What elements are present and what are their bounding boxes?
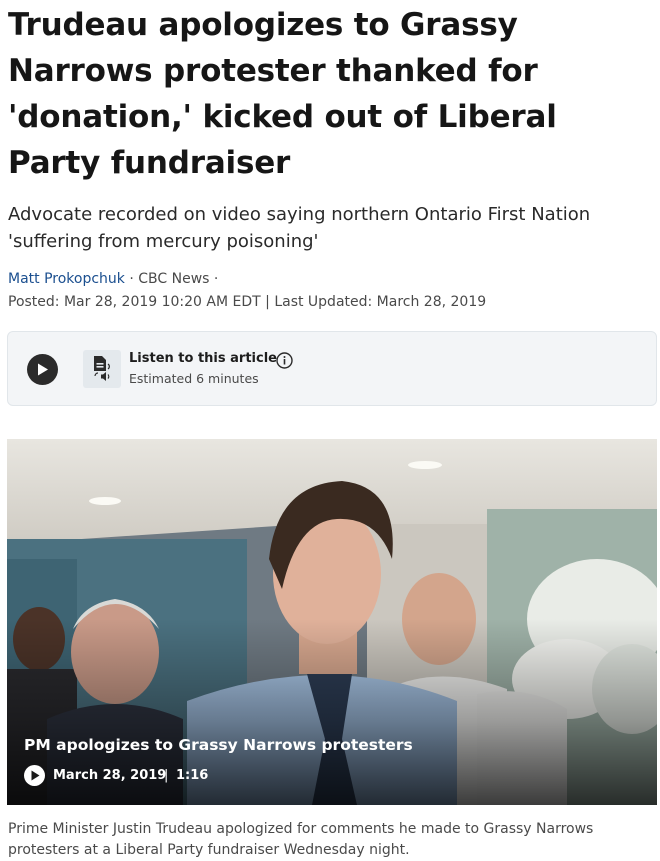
byline-separator: · [124,271,139,287]
info-icon[interactable] [276,352,293,369]
audio-duration: Estimated 6 minutes [129,371,259,386]
video-player[interactable]: PM apologizes to Grassy Narrows proteste… [7,439,657,805]
video-duration: 1:16 [176,768,209,783]
video-play-button[interactable] [24,765,45,786]
byline-separator-trailing: · [209,271,219,287]
play-icon [31,770,40,781]
audio-player-title: Listen to this article [129,351,277,366]
audio-play-button[interactable] [27,354,58,385]
article-deck: Advocate recorded on video saying northe… [8,204,591,252]
play-icon [38,363,48,376]
article-timestamp: Posted: Mar 28, 2019 10:20 AM EDT | Last… [8,294,487,310]
video-title: PM apologizes to Grassy Narrows proteste… [24,736,413,754]
video-meta-separator: | [164,768,169,783]
source-name: CBC News [138,271,210,287]
article-headline: Trudeau apologizes to Grassy Narrows pro… [8,7,557,181]
audio-player: Listen to this article Estimated 6 minut… [7,331,657,406]
author-link[interactable]: Matt Prokopchuk [8,271,125,287]
video-date: March 28, 2019 [53,768,167,783]
byline: Matt Prokopchuk · CBC News · [8,269,218,289]
text-to-speech-icon [83,350,121,388]
